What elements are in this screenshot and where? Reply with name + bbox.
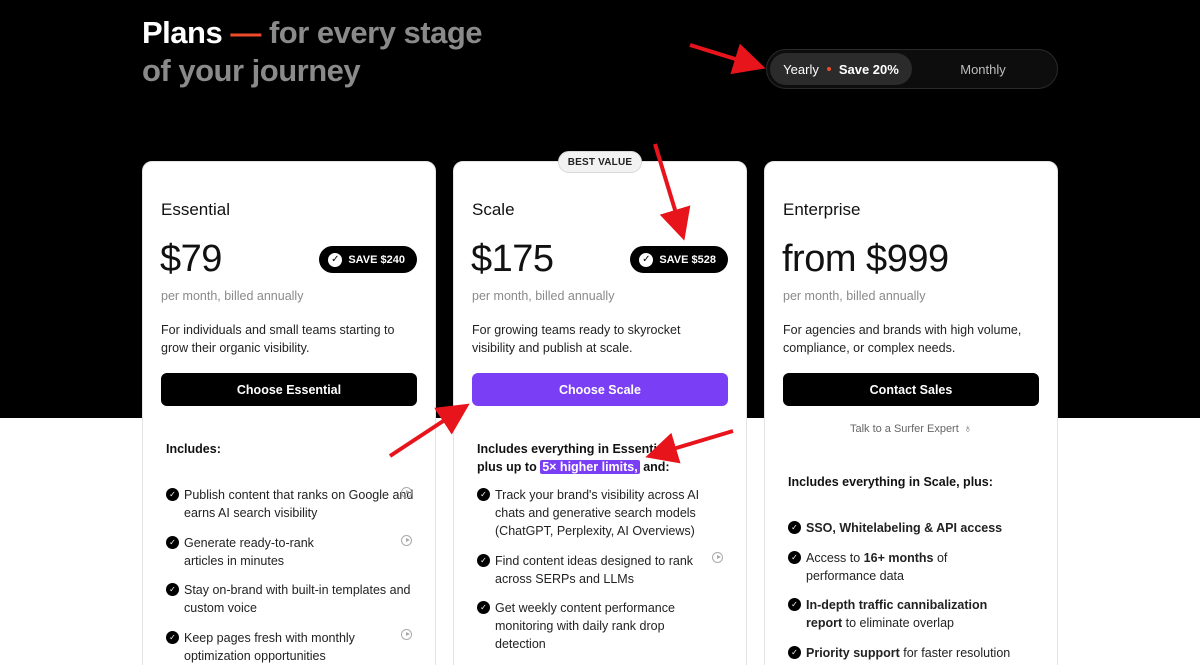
plan-price: $79 — [160, 238, 222, 280]
check-circle-icon: ✓ — [477, 601, 490, 614]
feature-bold: 16+ months — [863, 551, 934, 565]
play-circle-icon[interactable] — [712, 552, 723, 563]
title-line2: of your journey — [142, 53, 361, 88]
includes-heading: Includes everything in Scale, plus: — [788, 475, 993, 489]
feature-pre: Access to — [806, 551, 864, 565]
plan-description: For growing teams ready to skyrocket vis… — [472, 323, 681, 355]
feature-item: ✓ Stay on-brand with built-in templates … — [166, 581, 416, 617]
check-circle-icon: ✓ — [477, 554, 490, 567]
plan-name: Enterprise — [783, 200, 861, 219]
talk-to-expert-link[interactable]: Talk to a Surfer Expert ♁ — [765, 423, 1057, 435]
check-circle-icon: ✓ — [328, 252, 343, 267]
plan-name: Essential — [161, 200, 230, 219]
feature-item: ✓ Access to 16+ months of performance da… — [788, 549, 988, 585]
check-circle-icon: ✓ — [788, 551, 801, 564]
play-circle-icon[interactable] — [401, 487, 412, 498]
feature-text: Keep pages fresh with monthly optimizati… — [184, 631, 355, 663]
includes-suffix: and: — [643, 460, 670, 474]
best-value-badge: BEST VALUE — [558, 151, 642, 173]
check-circle-icon: ✓ — [166, 488, 179, 501]
plan-card-scale: Scale $175 ✓ SAVE $528 per month, billed… — [453, 161, 747, 665]
feature-text: Get weekly content performance monitorin… — [495, 601, 675, 651]
save-badge: ✓ SAVE $528 — [630, 246, 728, 273]
feature-rest: to eliminate overlap — [842, 616, 954, 630]
feature-item: ✓ Get weekly content performance monitor… — [477, 599, 692, 653]
play-circle-icon[interactable] — [401, 535, 412, 546]
billing-note: per month, billed annually — [783, 289, 926, 303]
choose-scale-button[interactable]: Choose Scale — [472, 373, 728, 406]
feature-item: ✓ Priority support for faster resolution — [788, 644, 1038, 662]
billing-monthly-option[interactable]: Monthly — [912, 53, 1054, 85]
feature-item: ✓ In-depth traffic cannibalization repor… — [788, 596, 1008, 632]
includes-heading: Includes everything in Essential, plus u… — [477, 440, 727, 476]
check-circle-icon: ✓ — [166, 536, 179, 549]
award-icon: ♁ — [963, 423, 973, 435]
check-circle-icon: ✓ — [477, 488, 490, 501]
billing-toggle[interactable]: Yearly Save 20% Monthly — [766, 49, 1058, 89]
save-badge: ✓ SAVE $240 — [319, 246, 417, 273]
feature-item: ✓ Generate ready-to-rank articles in min… — [166, 534, 346, 570]
check-circle-icon: ✓ — [639, 252, 654, 267]
feature-item: ✓ Publish content that ranks on Google a… — [166, 486, 416, 522]
title-dash: — — [230, 15, 261, 50]
play-circle-icon[interactable] — [401, 629, 412, 640]
feature-text: Track your brand's visibility across AI … — [495, 488, 700, 538]
billing-note: per month, billed annually — [161, 289, 304, 303]
check-circle-icon: ✓ — [788, 521, 801, 534]
includes-heading: Includes: — [166, 442, 221, 456]
save-badge-label: SAVE $240 — [348, 253, 405, 266]
billing-note: per month, billed annually — [472, 289, 615, 303]
feature-item: ✓ SSO, Whitelabeling & API access — [788, 519, 1038, 537]
feature-text: Find content ideas designed to rank acro… — [495, 554, 694, 586]
includes-prefix: plus up to — [477, 460, 537, 474]
plan-price: from $999 — [782, 238, 949, 280]
feature-item: ✓ Keep pages fresh with monthly optimiza… — [166, 629, 416, 665]
feature-text: Generate ready-to-rank articles in minut… — [184, 536, 314, 568]
yearly-label: Yearly — [783, 61, 819, 77]
dot-separator — [826, 67, 831, 71]
feature-item: ✓ Find content ideas designed to rank ac… — [477, 552, 709, 588]
contact-sales-button[interactable]: Contact Sales — [783, 373, 1039, 406]
choose-essential-button[interactable]: Choose Essential — [161, 373, 417, 406]
plan-card-essential: Essential $79 ✓ SAVE $240 per month, bil… — [142, 161, 436, 665]
monthly-label: Monthly — [960, 61, 1006, 77]
feature-item: ✓ Track your brand's visibility across A… — [477, 486, 709, 540]
feature-rest: for faster resolution — [899, 646, 1011, 660]
feature-bold: SSO, Whitelabeling & API access — [806, 521, 1003, 535]
yearly-save-label: Save 20% — [838, 61, 899, 77]
check-circle-icon: ✓ — [166, 583, 179, 596]
check-circle-icon: ✓ — [166, 631, 179, 644]
talk-link-label: Talk to a Surfer Expert — [849, 423, 959, 435]
check-circle-icon: ✓ — [788, 646, 801, 659]
plan-description: For individuals and small teams starting… — [161, 323, 395, 355]
save-badge-label: SAVE $528 — [659, 253, 716, 266]
plan-description: For agencies and brands with high volume… — [783, 323, 1022, 355]
plan-price: $175 — [471, 238, 554, 280]
includes-line1: Includes everything in Essential, — [477, 442, 671, 456]
plan-card-enterprise: Enterprise from $999 per month, billed a… — [764, 161, 1058, 665]
includes-highlight: 5× higher limits, — [540, 460, 640, 474]
plan-name: Scale — [472, 200, 515, 219]
page-title: Plans — for every stage of your journey — [142, 14, 622, 90]
feature-text: Publish content that ranks on Google and… — [184, 488, 414, 520]
billing-yearly-option[interactable]: Yearly Save 20% — [770, 53, 912, 85]
title-line1: for every stage — [268, 15, 483, 50]
title-plans: Plans — [142, 15, 223, 50]
feature-bold: Priority support — [806, 646, 900, 660]
feature-text: Stay on-brand with built-in templates an… — [184, 583, 411, 615]
check-circle-icon: ✓ — [788, 598, 801, 611]
